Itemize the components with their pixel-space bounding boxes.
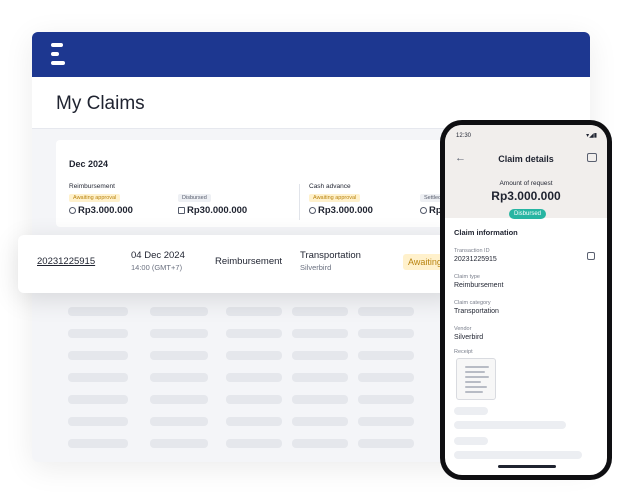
skeleton-cell xyxy=(150,395,208,404)
skeleton-cell xyxy=(226,417,282,426)
check-circle-icon xyxy=(420,207,427,214)
claim-type: Reimbursement xyxy=(215,256,283,267)
transaction-id-value: 20231225915 xyxy=(454,256,497,263)
reimbursement-label: Reimbursement xyxy=(69,183,115,190)
phone-mockup: 12:30 ▾◢▮ ← Claim details Amount of requ… xyxy=(440,120,612,480)
page-title: My Claims xyxy=(56,93,145,114)
skeleton-cell xyxy=(150,329,208,338)
skeleton-cell xyxy=(292,307,348,316)
skeleton-cell xyxy=(226,373,282,382)
claim-type-value: Reimbursement xyxy=(454,282,504,289)
claim-details-title: Claim details xyxy=(498,154,554,164)
receipt-thumbnail[interactable] xyxy=(456,358,496,400)
coin-icon xyxy=(309,207,316,214)
home-indicator xyxy=(498,465,556,468)
skeleton-cell xyxy=(150,439,208,448)
document-icon xyxy=(178,207,185,214)
amount-label: Amount of request xyxy=(499,180,553,187)
cash-advance-label: Cash advance xyxy=(309,183,351,190)
skeleton-cell xyxy=(226,351,282,360)
skeleton-cell xyxy=(292,373,348,382)
claim-vendor: Silverbird xyxy=(300,263,332,272)
skeleton-cell xyxy=(292,329,348,338)
claim-category-label: Claim category xyxy=(454,300,491,306)
skeleton-cell xyxy=(358,395,414,404)
skeleton-cell xyxy=(150,351,208,360)
skeleton-line xyxy=(454,407,488,415)
transaction-id-label: Transaction ID xyxy=(454,248,490,254)
reimbursement-awaiting-badge: Awaiting approval xyxy=(69,194,121,202)
cash-advance-awaiting-badge: Awaiting approval xyxy=(309,194,361,202)
status-icons: ▾◢▮ xyxy=(586,133,597,139)
skeleton-line xyxy=(454,451,582,459)
menu-icon[interactable] xyxy=(51,41,69,67)
copy-icon[interactable] xyxy=(587,252,595,260)
vendor-value: Silverbird xyxy=(454,334,484,341)
skeleton-cell xyxy=(68,329,128,338)
skeleton-cell xyxy=(358,373,414,382)
vendor-label: Vendor xyxy=(454,326,472,332)
phone-screen: 12:30 ▾◢▮ ← Claim details Amount of requ… xyxy=(445,125,607,475)
receipt-label: Receipt xyxy=(454,349,473,355)
skeleton-cell xyxy=(68,417,128,426)
reimbursement-awaiting-amount: Rp3.000.000 xyxy=(69,205,133,216)
claims-summary-card: Dec 2024 Reimbursement Awaiting approval… xyxy=(56,140,486,227)
coin-icon xyxy=(69,207,76,214)
skeleton-cell xyxy=(226,329,282,338)
skeleton-cell xyxy=(358,351,414,360)
top-bar xyxy=(32,32,590,77)
cash-advance-settled-amount: Rp xyxy=(420,205,442,216)
claim-row[interactable]: 20231225915 04 Dec 2024 14:00 (GMT+7) Re… xyxy=(18,235,458,293)
reimbursement-disbursed-amount: Rp30.000.000 xyxy=(178,205,247,216)
skeleton-cell xyxy=(292,439,348,448)
skeleton-cell xyxy=(150,373,208,382)
skeleton-cell xyxy=(150,307,208,316)
skeleton-line xyxy=(454,437,488,445)
skeleton-line xyxy=(454,421,566,429)
skeleton-cell xyxy=(292,351,348,360)
skeleton-cell xyxy=(358,329,414,338)
claim-date: 04 Dec 2024 xyxy=(131,250,185,261)
skeleton-cell xyxy=(150,417,208,426)
disbursed-badge: Disbursed xyxy=(509,209,547,219)
claim-time: 14:00 (GMT+7) xyxy=(131,263,183,272)
skeleton-cell xyxy=(226,307,282,316)
reimbursement-disbursed-badge: Disbursed xyxy=(178,194,211,202)
skeleton-cell xyxy=(292,417,348,426)
skeleton-cell xyxy=(226,395,282,404)
request-amount: Rp3.000.000 xyxy=(491,189,561,203)
skeleton-cell xyxy=(358,417,414,426)
divider xyxy=(299,184,300,220)
status-time: 12:30 xyxy=(456,133,472,139)
skeleton-cell xyxy=(68,439,128,448)
skeleton-cell xyxy=(68,395,128,404)
copy-icon[interactable] xyxy=(587,153,597,162)
transaction-id-link[interactable]: 20231225915 xyxy=(37,256,95,267)
cash-advance-awaiting-amount: Rp3.000.000 xyxy=(309,205,373,216)
skeleton-cell xyxy=(68,373,128,382)
skeleton-cell xyxy=(68,307,128,316)
skeleton-cell xyxy=(292,395,348,404)
skeleton-cell xyxy=(226,439,282,448)
skeleton-cell xyxy=(68,351,128,360)
skeleton-cell xyxy=(358,307,414,316)
claim-type-label: Claim type xyxy=(454,274,480,280)
skeleton-cell xyxy=(358,439,414,448)
claim-category: Transportation xyxy=(300,250,361,261)
claim-category-value: Transportation xyxy=(454,308,499,315)
summary-month: Dec 2024 xyxy=(69,159,109,169)
claim-information-heading: Claim information xyxy=(454,228,518,237)
